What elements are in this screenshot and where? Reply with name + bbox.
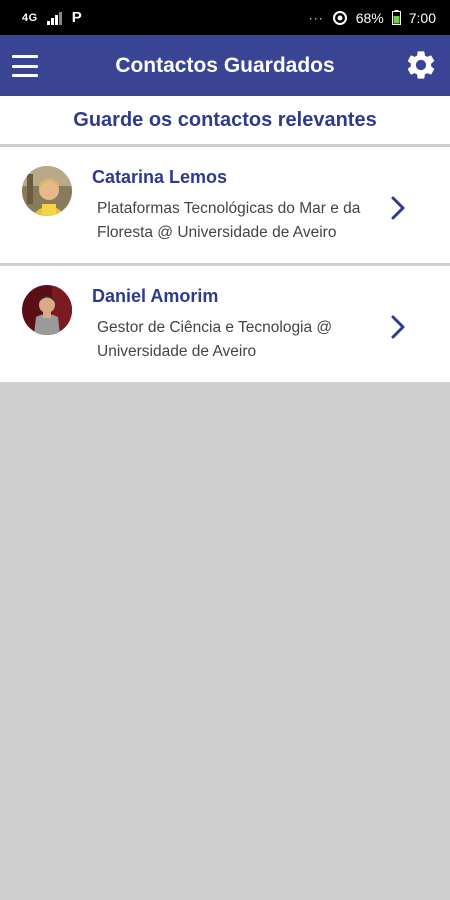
- gear-icon[interactable]: [404, 48, 438, 82]
- menu-bar-line: [12, 74, 38, 77]
- avatar: [22, 166, 72, 216]
- battery-percentage: 68%: [355, 9, 384, 26]
- status-bar: 4G P ··· 68% 7:00: [0, 0, 450, 35]
- contact-card[interactable]: Catarina Lemos Plataformas Tecnológicas …: [0, 147, 450, 263]
- app-notification-icon: P: [71, 9, 82, 26]
- avatar-photo-icon: [22, 166, 72, 216]
- signal-icon: [46, 11, 62, 25]
- contact-card[interactable]: Daniel Amorim Gestor de Ciência e Tecnol…: [0, 266, 450, 382]
- status-bar-right: ··· 68% 7:00: [309, 10, 436, 26]
- chevron-right-icon: [391, 196, 405, 220]
- contact-description: Gestor de Ciência e Tecnologia @ Univers…: [97, 319, 333, 360]
- more-notifications-icon: ···: [308, 10, 324, 25]
- status-bar-left: 4G P: [22, 9, 82, 26]
- avatar: [22, 285, 72, 335]
- menu-bar-line: [12, 64, 38, 68]
- clock: 7:00: [408, 9, 436, 26]
- battery-icon: [391, 10, 401, 25]
- network-type: 4G: [22, 11, 38, 24]
- subtitle-strip: Guarde os contactos relevantes: [0, 96, 450, 144]
- avatar-photo-icon: [22, 285, 72, 335]
- page-subtitle: Guarde os contactos relevantes: [73, 108, 377, 131]
- contact-name: Catarina Lemos: [92, 167, 228, 187]
- contact-description: Plataformas Tecnológicas do Mar e da Flo…: [97, 200, 361, 241]
- contact-name: Daniel Amorim: [92, 286, 219, 306]
- sync-icon: [332, 10, 347, 25]
- contacts-list: Catarina Lemos Plataformas Tecnológicas …: [0, 147, 450, 385]
- menu-bar-line: [12, 55, 38, 58]
- chevron-right-icon: [391, 315, 405, 339]
- page-title: Contactos Guardados: [115, 53, 335, 77]
- app-bar: Contactos Guardados: [0, 35, 450, 96]
- hamburger-menu-icon[interactable]: [10, 52, 40, 80]
